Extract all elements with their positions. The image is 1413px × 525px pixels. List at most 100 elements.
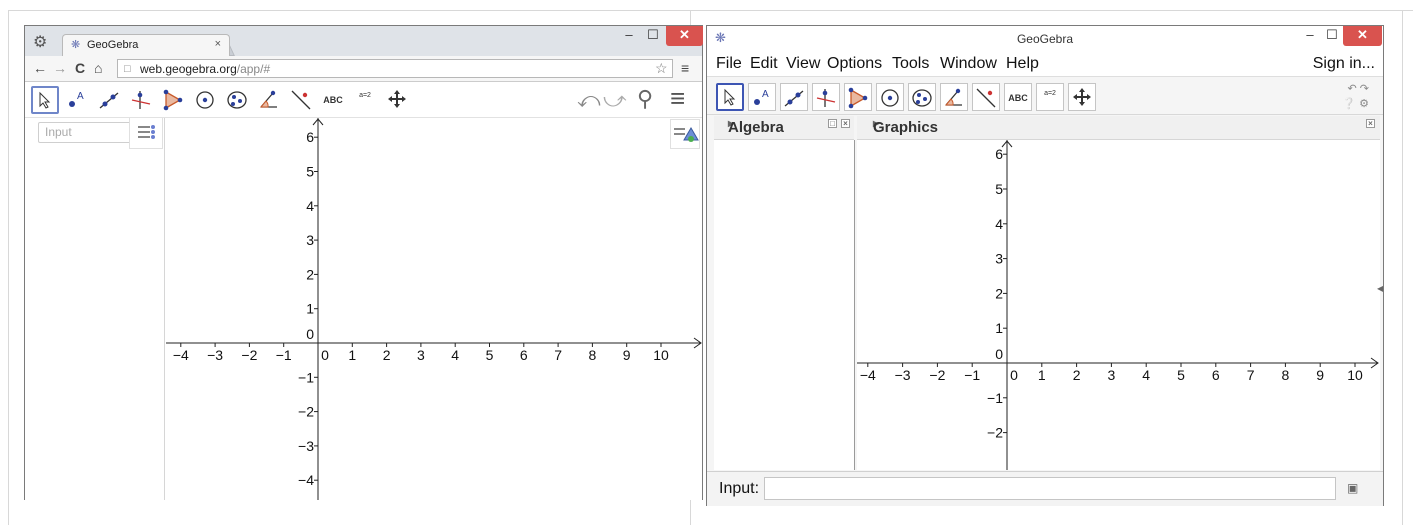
svg-text:A: A xyxy=(77,91,84,102)
menu-file[interactable]: File xyxy=(716,55,742,73)
menu-options[interactable]: Options xyxy=(827,55,882,73)
ellipse-tool[interactable] xyxy=(908,83,936,111)
circle-tool[interactable] xyxy=(191,86,219,114)
circle-tool[interactable] xyxy=(876,83,904,111)
minimize-button[interactable]: – xyxy=(1299,26,1321,46)
maximize-button[interactable]: ☐ xyxy=(1321,26,1343,46)
search-icon[interactable]: ⚲ xyxy=(637,86,653,112)
polygon-icon xyxy=(848,87,868,109)
graphics-view-header[interactable]: ▶ Graphics × xyxy=(857,116,1380,140)
side-panel-arrow-icon[interactable]: ◀ xyxy=(1377,284,1383,293)
redo-icon[interactable]: ⤻ xyxy=(603,87,627,113)
line-tool[interactable] xyxy=(95,86,123,114)
ellipse-tool[interactable] xyxy=(223,86,251,114)
app-graph-canvas[interactable]: −4 −3 −2 −1 0 1 2 3 4 5 6 7 8 9 106543210−1−2 xyxy=(857,140,1380,470)
x-tick-label: 0 xyxy=(1010,367,1018,383)
input-help-icon[interactable]: ▣ xyxy=(1347,481,1358,495)
x-tick-label: 7 xyxy=(554,347,562,363)
undo-redo-icon[interactable]: ↶ ↷ xyxy=(1348,82,1370,95)
algebra-menu-button[interactable] xyxy=(129,118,163,149)
x-tick-label: −4 xyxy=(173,347,189,363)
frame-line-top xyxy=(8,10,1413,11)
maximize-button[interactable]: ☐ xyxy=(642,26,664,46)
app-toolbar: A ABC a=2 ↶ ↷ ❔ ⚙ xyxy=(707,78,1383,115)
polygon-tool[interactable] xyxy=(159,86,187,114)
graphics-style-button[interactable] xyxy=(670,119,700,149)
menu-tools[interactable]: Tools xyxy=(892,55,929,73)
perpendicular-icon xyxy=(131,91,151,109)
reload-icon[interactable]: C xyxy=(75,60,85,76)
y-tick-label: 5 xyxy=(306,164,314,180)
y-tick-label: 6 xyxy=(306,129,314,145)
y-tick-label: 4 xyxy=(995,216,1003,232)
undock-icon[interactable]: □ xyxy=(828,119,837,128)
tab-title: GeoGebra xyxy=(87,39,139,51)
reflect-tool[interactable] xyxy=(287,86,315,114)
reflect-icon xyxy=(291,90,311,110)
text-tool[interactable]: ABC xyxy=(319,86,347,114)
y-tick-label: −1 xyxy=(987,390,1003,406)
perpendicular-tool[interactable] xyxy=(812,83,840,111)
hamburger-icon[interactable]: ≡ xyxy=(670,83,685,114)
reflect-tool[interactable] xyxy=(972,83,1000,111)
algebra-view[interactable] xyxy=(714,140,855,470)
browser-geogebra-toolbar: A ABC a=2 ⤺ ⤻ ⚲ ≡ xyxy=(25,82,702,118)
x-tick-label: −3 xyxy=(207,347,223,363)
slider-tool[interactable]: a=2 xyxy=(1036,83,1064,111)
close-button[interactable]: ✕ xyxy=(1343,26,1382,46)
y-tick-label: 3 xyxy=(306,232,314,248)
browser-graphics-view[interactable]: −4 −3 −2 −1 0 1 2 3 4 5 6 7 8 9 10 6 5 4 3 2 1 0 −1 −2 −3 −4 xyxy=(166,118,703,500)
close-button[interactable]: ✕ xyxy=(666,26,703,46)
help-settings-icon[interactable]: ❔ ⚙ xyxy=(1342,97,1369,110)
text-tool[interactable]: ABC xyxy=(1004,83,1032,111)
angle-tool[interactable] xyxy=(255,86,283,114)
move-graphics-tool[interactable] xyxy=(1068,83,1096,111)
close-view-icon[interactable]: × xyxy=(1366,119,1375,128)
home-icon[interactable]: ⌂ xyxy=(94,60,102,76)
minimize-button[interactable]: – xyxy=(618,26,640,46)
point-tool[interactable]: A xyxy=(63,86,91,114)
point-tool[interactable]: A xyxy=(748,83,776,111)
menu-window[interactable]: Window xyxy=(940,55,997,73)
close-view-icon[interactable]: × xyxy=(841,119,850,128)
circle-icon xyxy=(196,91,214,109)
input-bar: Input: ▣ xyxy=(707,471,1383,506)
line-tool[interactable] xyxy=(780,83,808,111)
angle-tool[interactable] xyxy=(940,83,968,111)
slider-tool[interactable]: a=2 xyxy=(351,86,379,114)
incognito-icon: ⚙ xyxy=(33,34,48,51)
url-field[interactable]: □ web.geogebra.org/app/# xyxy=(117,59,673,78)
y-tick-label: −4 xyxy=(298,472,314,488)
browser-address-bar: ← → C ⌂ □ web.geogebra.org/app/# ☆ ≡ xyxy=(25,56,702,82)
x-tick-label: 5 xyxy=(1177,367,1185,383)
menu-help[interactable]: Help xyxy=(1006,55,1039,73)
browser-tab[interactable]: ❋ GeoGebra × xyxy=(62,34,230,56)
browser-graph-canvas[interactable]: −4 −3 −2 −1 0 1 2 3 4 5 6 7 8 9 106543210−1−2−3−4 xyxy=(166,118,703,500)
sign-in-button[interactable]: Sign in... xyxy=(1313,55,1375,73)
algebra-view-header[interactable]: ▶ Algebra □ × xyxy=(714,116,854,140)
x-tick-label: 2 xyxy=(383,347,391,363)
forward-icon[interactable]: → xyxy=(53,60,67,76)
algebra-title: Algebra xyxy=(728,119,784,136)
input-field[interactable] xyxy=(764,477,1336,500)
y-tick-label: 3 xyxy=(995,251,1003,267)
page-icon: □ xyxy=(124,63,131,75)
point-icon: A xyxy=(69,91,84,107)
menu-view[interactable]: View xyxy=(786,55,820,73)
menu-edit[interactable]: Edit xyxy=(750,55,778,73)
polygon-tool[interactable] xyxy=(844,83,872,111)
move-graphics-tool[interactable] xyxy=(383,86,411,114)
back-icon[interactable]: ← xyxy=(33,60,47,76)
graphics-view[interactable]: −4 −3 −2 −1 0 1 2 3 4 5 6 7 8 9 10 6 5 4 3 2 1 0 −1 −2 xyxy=(857,140,1380,470)
perpendicular-tool[interactable] xyxy=(127,86,155,114)
url-host: web.geogebra.org xyxy=(140,62,237,76)
undo-icon[interactable]: ⤺ xyxy=(577,87,601,113)
menu-icon[interactable]: ≡ xyxy=(681,60,689,76)
star-icon[interactable]: ☆ xyxy=(655,60,668,77)
tab-close-button[interactable]: × xyxy=(215,38,221,50)
move-tool[interactable] xyxy=(31,86,59,114)
move-tool[interactable] xyxy=(716,83,744,111)
x-tick-label: 1 xyxy=(1038,367,1046,383)
ellipse-icon xyxy=(227,91,247,109)
x-tick-label: −2 xyxy=(929,367,945,383)
